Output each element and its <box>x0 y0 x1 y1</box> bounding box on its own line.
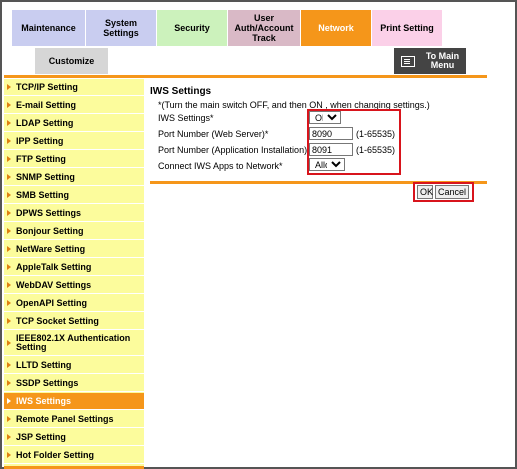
sidebar-item-hot-folder-setting[interactable]: Hot Folder Setting <box>4 447 144 464</box>
sidebar-item-label: TCP Socket Setting <box>16 316 99 326</box>
sidebar-item-iws-settings[interactable]: IWS Settings <box>4 393 144 410</box>
arrow-right-icon <box>7 210 11 216</box>
to-main-menu-line-2: Menu <box>430 60 455 70</box>
sidebar-item-label: AppleTalk Setting <box>16 262 92 272</box>
tab-network[interactable]: Network <box>301 10 371 46</box>
sidebar-item-ftp-setting[interactable]: FTP Setting <box>4 151 144 168</box>
arrow-right-icon <box>7 156 11 162</box>
sidebar-item-snmp-setting[interactable]: SNMP Setting <box>4 169 144 186</box>
arrow-right-icon <box>7 84 11 90</box>
arrow-right-icon <box>7 434 11 440</box>
sidebar-item-label: IPP Setting <box>16 136 64 146</box>
sidebar-item-tcp-ip-setting[interactable]: TCP/IP Setting <box>4 79 144 96</box>
sidebar-item-label: OpenAPI Setting <box>16 298 88 308</box>
tab-user-auth-line-3: Track <box>252 33 276 43</box>
sidebar-item-label: SNMP Setting <box>16 172 75 182</box>
sidebar-item-dpws-settings[interactable]: DPWS Settings <box>4 205 144 222</box>
sidebar-item-label: LDAP Setting <box>16 118 74 128</box>
sidebar-item-label: LLTD Setting <box>16 360 72 370</box>
arrow-right-icon <box>7 120 11 126</box>
arrow-right-icon <box>7 102 11 108</box>
tab-user-auth-line-2: Auth/Account <box>234 23 294 33</box>
tab-security[interactable]: Security <box>157 10 227 46</box>
arrow-right-icon <box>7 362 11 368</box>
sidebar-item-label: Hot Folder Setting <box>16 450 94 460</box>
web-server-port-label: Port Number (Web Server)* <box>158 129 269 139</box>
sidebar-item-label: Remote Panel Settings <box>16 414 114 424</box>
main-menu-icon <box>401 55 415 67</box>
sidebar-item-appletalk-setting[interactable]: AppleTalk Setting <box>4 259 144 276</box>
sidebar-item-ldap-setting[interactable]: LDAP Setting <box>4 115 144 132</box>
arrow-right-icon <box>7 282 11 288</box>
sidebar-item-smb-setting[interactable]: SMB Setting <box>4 187 144 204</box>
arrow-right-icon <box>7 318 11 324</box>
to-main-menu-label: To Main Menu <box>419 52 466 70</box>
header-divider <box>4 75 487 78</box>
sidebar-item-openapi-setting[interactable]: OpenAPI Setting <box>4 295 144 312</box>
sidebar-item-tcp-socket-setting[interactable]: TCP Socket Setting <box>4 313 144 330</box>
tab-maintenance[interactable]: Maintenance <box>12 10 85 46</box>
arrow-right-icon <box>7 138 11 144</box>
tab-customize[interactable]: Customize <box>35 48 108 74</box>
sidebar-item-webdav-settings[interactable]: WebDAV Settings <box>4 277 144 294</box>
sidebar-item-label: SSDP Settings <box>16 378 79 388</box>
window-frame: Maintenance System Settings Security Use… <box>0 0 517 469</box>
arrow-right-icon <box>7 192 11 198</box>
sidebar-item-label: SMB Setting <box>16 190 69 200</box>
arrow-right-icon <box>7 340 11 346</box>
sidebar-item-label: DPWS Settings <box>16 208 82 218</box>
arrow-right-icon <box>7 246 11 252</box>
arrow-right-icon <box>7 452 11 458</box>
tab-system-settings[interactable]: System Settings <box>86 10 156 46</box>
sidebar-item-e-mail-setting[interactable]: E-mail Setting <box>4 97 144 114</box>
sidebar-item-label: JSP Setting <box>16 432 66 442</box>
arrow-right-icon <box>7 264 11 270</box>
sidebar: TCP/IP Setting E-mail Setting LDAP Setting… <box>4 79 144 469</box>
arrow-right-icon <box>7 174 11 180</box>
app-install-port-label: Port Number (Application Installation)* <box>158 145 311 155</box>
sidebar-item-label: NetWare Setting <box>16 244 86 254</box>
sidebar-item-remote-panel-settings[interactable]: Remote Panel Settings <box>4 411 144 428</box>
iws-settings-label: IWS Settings* <box>158 113 214 123</box>
sidebar-item-label: TCP/IP Setting <box>16 82 78 92</box>
cancel-button[interactable]: Cancel <box>435 185 469 199</box>
sidebar-item-ssdp-settings[interactable]: SSDP Settings <box>4 375 144 392</box>
sidebar-item-label: WebDAV Settings <box>16 280 92 290</box>
sidebar-item-netware-setting[interactable]: NetWare Setting <box>4 241 144 258</box>
page-title: IWS Settings <box>150 86 212 97</box>
tab-user-auth-line-1: User <box>253 13 274 23</box>
arrow-right-icon <box>7 228 11 234</box>
arrow-right-icon <box>7 416 11 422</box>
sidebar-item-jsp-setting[interactable]: JSP Setting <box>4 429 144 446</box>
sidebar-item-label: E-mail Setting <box>16 100 77 110</box>
sidebar-item-ipp-setting[interactable]: IPP Setting <box>4 133 144 150</box>
connect-apps-label: Connect IWS Apps to Network* <box>158 161 283 171</box>
highlight-box-fields <box>307 109 401 175</box>
sidebar-item-label: Bonjour Setting <box>16 226 84 236</box>
sidebar-item-ieee802-1x-authentication-setting[interactable]: IEEE802.1X Authentication Setting <box>4 331 144 356</box>
tab-print-setting[interactable]: Print Setting <box>372 10 442 46</box>
sidebar-item-lltd-setting[interactable]: LLTD Setting <box>4 357 144 374</box>
ok-button[interactable]: OK <box>417 185 433 199</box>
sidebar-item-label: IEEE802.1X Authentication Setting <box>16 333 131 352</box>
arrow-right-icon <box>7 300 11 306</box>
tab-user-auth-account-track[interactable]: User Auth/Account Track <box>228 10 300 46</box>
arrow-right-icon <box>7 380 11 386</box>
to-main-menu-button[interactable]: To Main Menu <box>394 48 466 74</box>
arrow-right-icon <box>7 398 11 404</box>
sidebar-item-label: FTP Setting <box>16 154 66 164</box>
sidebar-item-bonjour-setting[interactable]: Bonjour Setting <box>4 223 144 240</box>
sidebar-item-label: IWS Settings <box>16 396 72 406</box>
